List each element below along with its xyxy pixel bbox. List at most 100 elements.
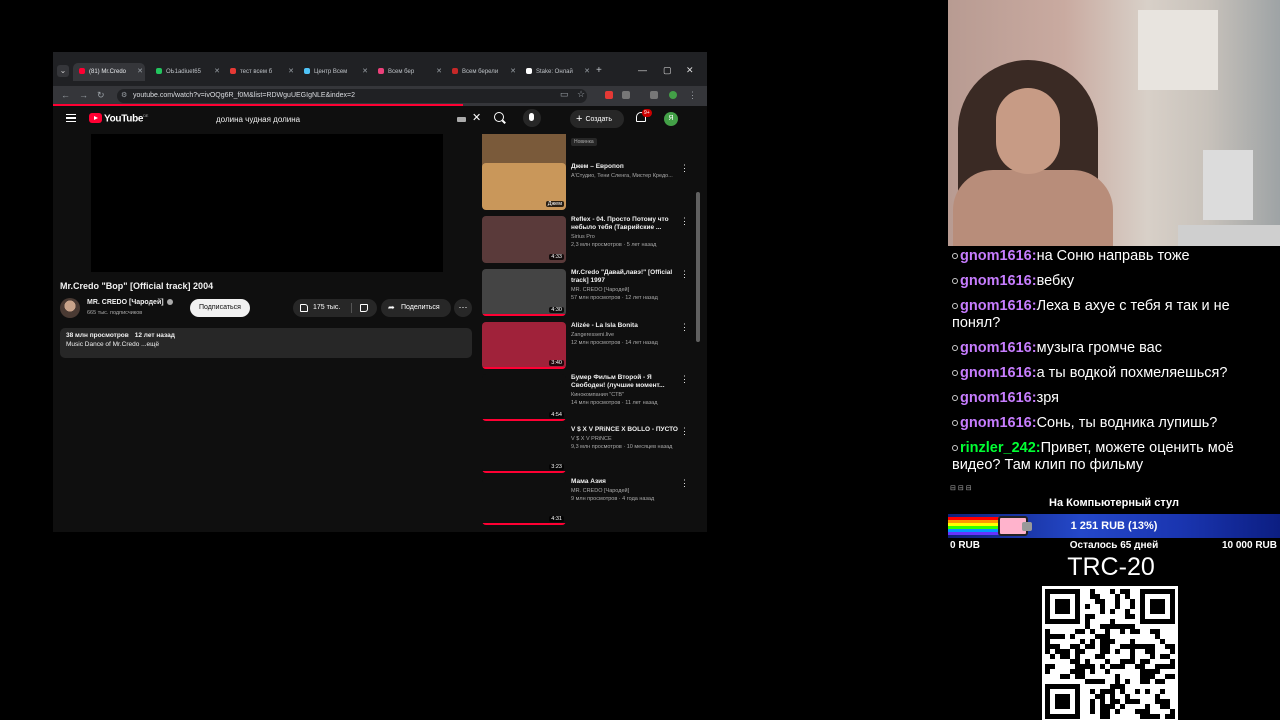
more-options-icon[interactable]: ⋮: [680, 163, 689, 174]
video-thumbnail[interactable]: 4:33: [482, 216, 566, 263]
like-icon[interactable]: [300, 304, 308, 312]
new-tab-button[interactable]: +: [596, 65, 602, 76]
recommendation-item[interactable]: 4:54 Бумер Фильм Второй - Я Свободен! (лу…: [482, 374, 692, 426]
close-tab-icon[interactable]: ✕: [288, 63, 294, 81]
bookmark-star-icon[interactable]: ☆: [577, 89, 585, 100]
qr-module: [1145, 649, 1150, 654]
channel-name[interactable]: MR. CREDO [Чародей]: [87, 299, 173, 306]
qr-module: [1115, 699, 1120, 704]
account-avatar[interactable]: Я: [664, 112, 678, 126]
menu-kebab-icon[interactable]: ⋮: [688, 90, 697, 101]
channel-name[interactable]: MR. CREDO [Чародей]: [571, 488, 629, 494]
video-thumbnail[interactable]: 3:23: [482, 426, 566, 473]
extensions-puzzle-icon[interactable]: [622, 91, 630, 99]
youtube-logo-text[interactable]: YouTubeDE: [104, 113, 148, 124]
search-input[interactable]: долина чудная долина: [216, 112, 486, 128]
keyboard-icon[interactable]: [457, 117, 466, 122]
reload-icon[interactable]: ↻: [97, 90, 105, 101]
more-options-icon[interactable]: ⋮: [680, 269, 689, 280]
browser-tab[interactable]: Stake: Онлай ✕: [520, 63, 592, 81]
subscribe-button[interactable]: Подписаться: [190, 299, 250, 317]
browser-tab[interactable]: Центр Всем ✕: [298, 63, 370, 81]
chat-username[interactable]: rinzler_242:: [960, 440, 1041, 456]
video-thumbnail[interactable]: 4:30: [482, 269, 566, 316]
channel-name[interactable]: MR. CREDO [Чародей]: [571, 287, 629, 293]
channel-name[interactable]: A'Студио, Тени Сленга, Мистер Кредо...: [571, 173, 673, 179]
reading-list-icon[interactable]: [650, 91, 658, 99]
close-tab-icon[interactable]: ✕: [436, 63, 442, 81]
video-title[interactable]: Мама Азия: [571, 478, 683, 486]
close-tab-icon[interactable]: ✕: [362, 63, 368, 81]
share-button[interactable]: Поделиться: [381, 299, 451, 317]
channel-name[interactable]: Zangeresseni.live: [571, 332, 614, 338]
browser-tab[interactable]: ОЬ1adiuet65 ✕: [150, 63, 222, 81]
chat-username[interactable]: gnom1616:: [960, 298, 1037, 314]
channel-name[interactable]: V $ X V PRiNCE: [571, 436, 612, 442]
like-count[interactable]: 175 тыс.: [313, 299, 340, 317]
recommendation-item[interactable]: 3:40 Alizée - La Isla Bonita Zangeresseni.…: [482, 322, 692, 374]
more-options-icon[interactable]: ⋮: [680, 374, 689, 385]
video-thumbnail[interactable]: Джем: [482, 163, 566, 210]
minimize-icon[interactable]: —: [638, 65, 647, 75]
profile-icon[interactable]: [669, 91, 677, 99]
channel-name[interactable]: Sirius Pro: [571, 234, 595, 240]
close-tab-icon[interactable]: ✕: [510, 63, 516, 81]
close-tab-icon[interactable]: ✕: [584, 63, 590, 81]
close-tab-icon[interactable]: ✕: [214, 63, 220, 81]
more-actions-icon[interactable]: ⋯: [454, 299, 472, 317]
video-thumbnail[interactable]: 3:40: [482, 322, 566, 369]
chat-username[interactable]: gnom1616:: [960, 273, 1037, 289]
description-box[interactable]: 38 млн просмотров 12 лет назад Music Danc…: [60, 328, 472, 358]
recommendation-item[interactable]: 4:30 Mr.Credo "Давай,лавэ!" [Official tra…: [482, 269, 692, 321]
dislike-icon[interactable]: [360, 304, 368, 312]
tab-search-button[interactable]: ⌄: [57, 65, 69, 77]
video-player[interactable]: [91, 134, 443, 272]
channel-avatar[interactable]: [60, 298, 80, 318]
create-button[interactable]: + Создать: [570, 110, 624, 128]
browser-tab[interactable]: тест всем б ✕: [224, 63, 296, 81]
qr-module: [1125, 694, 1130, 699]
hamburger-menu-icon[interactable]: [66, 114, 76, 122]
scrollbar[interactable]: [696, 192, 700, 342]
close-tab-icon[interactable]: ✕: [137, 63, 143, 81]
url-field[interactable]: ⚙ youtube.com/watch?v=ivOQg6R_f0M&list=R…: [117, 89, 587, 103]
video-title[interactable]: Бумер Фильм Второй - Я Свободен! (лучшие…: [571, 374, 683, 390]
channel-name[interactable]: Кинокомпания "СТВ": [571, 392, 624, 398]
chat-username[interactable]: gnom1616:: [960, 415, 1037, 431]
more-options-icon[interactable]: ⋮: [680, 478, 689, 489]
forward-icon[interactable]: →: [79, 90, 88, 100]
video-title[interactable]: Reflex - 04. Просто Потому что небыло те…: [571, 216, 683, 232]
voice-search-mic-icon[interactable]: [523, 109, 541, 127]
browser-tab[interactable]: (81) Mr.Credo ✕: [73, 63, 145, 81]
video-title[interactable]: Alizée - La Isla Bonita: [571, 322, 683, 330]
site-info-icon[interactable]: ⚙: [121, 89, 127, 103]
back-icon[interactable]: ←: [61, 90, 70, 100]
cast-icon[interactable]: ▭: [560, 89, 569, 100]
recommendation-item[interactable]: 3:23 V $ X V PRiNCE X BOLLO - ПУСТО V $ X …: [482, 426, 692, 478]
chat-username[interactable]: gnom1616:: [960, 365, 1037, 381]
video-title[interactable]: Mr.Credo "Давай,лавэ!" [Official track] …: [571, 269, 683, 285]
more-options-icon[interactable]: ⋮: [680, 426, 689, 437]
browser-tab[interactable]: Всем берели ✕: [446, 63, 518, 81]
chat-username[interactable]: gnom1616:: [960, 248, 1037, 264]
search-icon[interactable]: [494, 112, 504, 122]
video-title[interactable]: V $ X V PRiNCE X BOLLO - ПУСТО: [571, 426, 683, 434]
more-options-icon[interactable]: ⋮: [680, 322, 689, 333]
close-window-icon[interactable]: ✕: [686, 65, 694, 76]
chat-username[interactable]: gnom1616:: [960, 390, 1037, 406]
recommendation-item[interactable]: 4:33 Reflex - 04. Просто Потому что небыл…: [482, 216, 692, 268]
qr-module: [1150, 649, 1155, 654]
recommendation-item[interactable]: 4:31 Мама Азия MR. CREDO [Чародей] 9 млн пр…: [482, 478, 692, 530]
maximize-icon[interactable]: ▢: [663, 65, 672, 76]
video-thumbnail[interactable]: 4:54: [482, 374, 566, 421]
clear-search-icon[interactable]: ✕: [472, 111, 481, 124]
video-thumbnail[interactable]: 4:31: [482, 478, 566, 525]
youtube-logo-icon[interactable]: [89, 113, 102, 123]
video-title[interactable]: Джем – Европоп: [571, 163, 683, 171]
chat-username[interactable]: gnom1616:: [960, 340, 1037, 356]
more-options-icon[interactable]: ⋮: [680, 216, 689, 227]
browser-tab[interactable]: Всем бер ✕: [372, 63, 444, 81]
extension-icon[interactable]: [605, 91, 613, 99]
tab-favicon-icon: [79, 68, 85, 75]
recommendation-item[interactable]: Джем Джем – Европоп A'Студио, Тени Сленга,…: [482, 163, 692, 215]
